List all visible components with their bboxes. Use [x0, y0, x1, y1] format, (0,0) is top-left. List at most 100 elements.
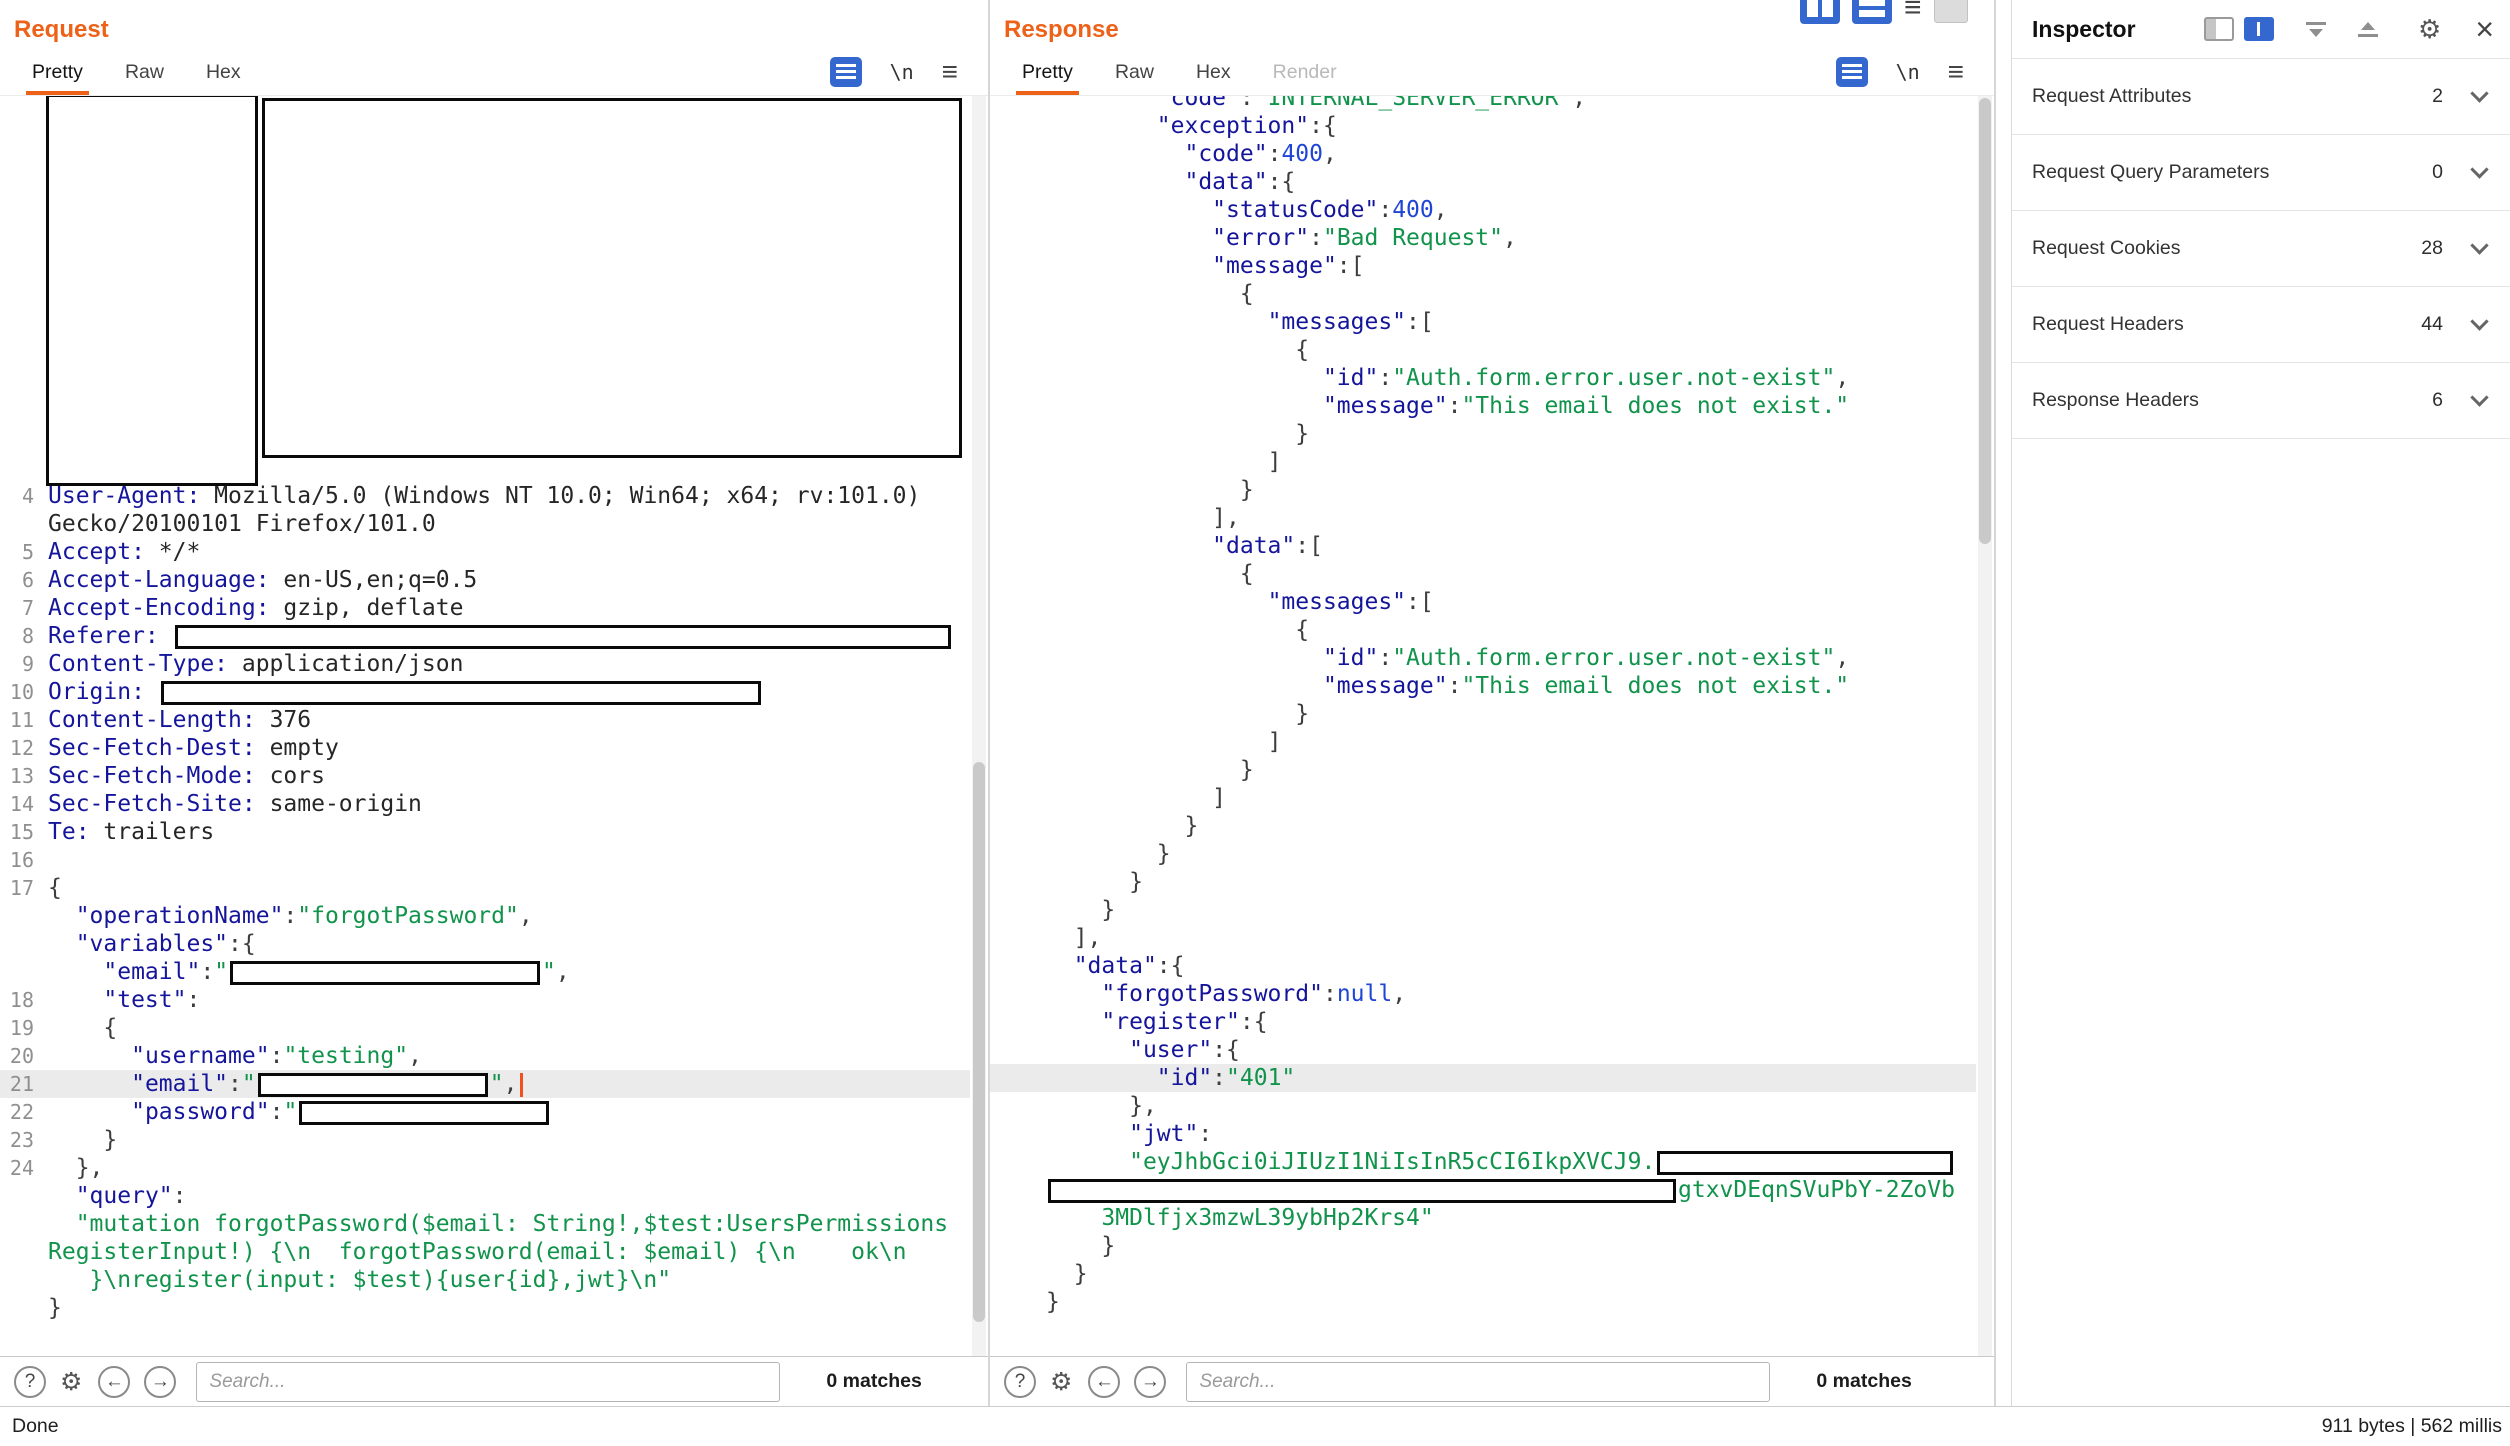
code-line[interactable]: 10Origin: — [0, 678, 970, 706]
editor-menu-icon[interactable]: ≡ — [1948, 62, 1964, 82]
inspector-settings-icon[interactable]: ⚙ — [2418, 14, 2441, 45]
code-line[interactable]: 4User-Agent: Mozilla/5.0 (Windows NT 10.… — [0, 482, 970, 510]
code-line[interactable]: 20 "username":"testing", — [0, 1042, 970, 1070]
code-line[interactable]: 24 }, — [0, 1154, 970, 1182]
show-newlines-toggle-icon[interactable]: \n — [1896, 60, 1920, 84]
code-line[interactable]: { — [990, 336, 1976, 364]
code-line[interactable]: 3MDlfjx3mzwL39ybHp2Krs4" — [990, 1204, 1976, 1232]
code-line[interactable]: ] — [990, 448, 1976, 476]
search-settings-icon[interactable]: ⚙ — [1050, 1367, 1072, 1397]
code-line[interactable]: "data":{ — [990, 168, 1976, 196]
code-line[interactable]: } — [0, 1294, 970, 1322]
code-line[interactable]: { — [990, 616, 1976, 644]
code-line[interactable]: }\nregister(input: $test){user{id},jwt}\… — [0, 1266, 970, 1294]
code-line[interactable]: "message":"This email does not exist." — [990, 392, 1976, 420]
response-scrollbar[interactable] — [1978, 96, 1992, 1356]
request-scrollbar-thumb[interactable] — [973, 762, 985, 1322]
layout-extra-icon[interactable] — [1934, 0, 1968, 23]
code-line[interactable]: 23 } — [0, 1126, 970, 1154]
layout-columns-icon[interactable] — [1800, 0, 1840, 24]
code-line[interactable]: 21 "email":"", — [0, 1070, 970, 1098]
code-line[interactable]: "forgotPassword":null, — [990, 980, 1976, 1008]
request-tab-pretty[interactable]: Pretty — [26, 55, 89, 95]
code-line[interactable]: 5Accept: */* — [0, 538, 970, 566]
code-line[interactable]: } — [990, 896, 1976, 924]
response-scrollbar-thumb[interactable] — [1979, 98, 1991, 544]
code-line[interactable]: 14Sec-Fetch-Site: same-origin — [0, 790, 970, 818]
response-tab-hex[interactable]: Hex — [1190, 55, 1237, 95]
code-line[interactable]: } — [990, 420, 1976, 448]
code-line[interactable]: gtxvDEqnSVuPbY-2ZoVb — [990, 1176, 1976, 1204]
show-newlines-toggle-icon[interactable]: \n — [890, 60, 914, 84]
code-line[interactable]: "variables":{ — [0, 930, 970, 958]
search-help-icon[interactable]: ? — [1004, 1366, 1036, 1398]
inspector-dock-column-icon[interactable] — [2244, 17, 2274, 41]
code-line[interactable]: "eyJhbGci0iJIUzI1NiIsInR5cCI6IkpXVCJ9. — [990, 1148, 1976, 1176]
editor-menu-icon[interactable]: ≡ — [942, 62, 958, 82]
code-line[interactable]: RegisterInput!) {\n forgotPassword(email… — [0, 1238, 970, 1266]
code-line[interactable]: 12Sec-Fetch-Dest: empty — [0, 734, 970, 762]
inspector-section-request-attributes[interactable]: Request Attributes2 — [2012, 58, 2510, 134]
code-line[interactable]: "jwt": — [990, 1120, 1976, 1148]
code-line[interactable]: } — [990, 476, 1976, 504]
chevron-down-icon[interactable] — [2470, 160, 2488, 178]
code-line[interactable]: 17{ — [0, 874, 970, 902]
code-line[interactable]: "id":"Auth.form.error.user.not-exist", — [990, 644, 1976, 672]
layout-menu-icon[interactable]: ≡ — [1904, 0, 1922, 19]
request-editor[interactable]: Tuz04fNezF0LreqCGhxmOoQ8WXmtL44User-Agen… — [0, 96, 988, 1356]
code-line[interactable]: Gecko/20100101 Firefox/101.0 — [0, 510, 970, 538]
response-tab-pretty[interactable]: Pretty — [1016, 55, 1079, 95]
chevron-down-icon[interactable] — [2470, 312, 2488, 330]
code-line[interactable]: { — [990, 280, 1976, 308]
code-line[interactable]: { — [990, 560, 1976, 588]
code-line[interactable]: 15Te: trailers — [0, 818, 970, 846]
code-line[interactable]: 7Accept-Encoding: gzip, deflate — [0, 594, 970, 622]
search-help-icon[interactable]: ? — [14, 1366, 46, 1398]
code-line[interactable]: "messages":[ — [990, 588, 1976, 616]
code-line[interactable]: "code":"INTERNAL_SERVER_ERROR", — [990, 96, 1976, 112]
code-line[interactable]: "email":"", — [0, 958, 970, 986]
code-line[interactable]: } — [990, 1288, 1976, 1316]
inspector-close-icon[interactable]: × — [2475, 17, 2494, 41]
code-line[interactable]: }, — [990, 1092, 1976, 1120]
inspector-dock-side-icon[interactable] — [2204, 17, 2234, 41]
request-scrollbar[interactable] — [972, 96, 986, 1356]
search-next-icon[interactable]: → — [1134, 1366, 1166, 1398]
code-line[interactable]: "query": — [0, 1182, 970, 1210]
soft-wrap-toggle-icon[interactable] — [830, 57, 862, 87]
collapse-all-icon[interactable] — [2306, 22, 2326, 37]
chevron-down-icon[interactable] — [2470, 388, 2488, 406]
code-line[interactable]: } — [990, 1260, 1976, 1288]
code-line[interactable]: "statusCode":400, — [990, 196, 1976, 224]
code-line[interactable]: "operationName":"forgotPassword", — [0, 902, 970, 930]
code-line[interactable]: ] — [990, 728, 1976, 756]
soft-wrap-toggle-icon[interactable] — [1836, 57, 1868, 87]
code-line[interactable]: } — [990, 700, 1976, 728]
code-line[interactable]: ] — [990, 784, 1976, 812]
code-line[interactable]: "message":[ — [990, 252, 1976, 280]
code-line[interactable]: 18 "test": — [0, 986, 970, 1014]
search-next-icon[interactable]: → — [144, 1366, 176, 1398]
search-previous-icon[interactable]: ← — [1088, 1366, 1120, 1398]
code-line[interactable]: 6Accept-Language: en-US,en;q=0.5 — [0, 566, 970, 594]
code-line[interactable]: "register":{ — [990, 1008, 1976, 1036]
code-line[interactable]: } — [990, 840, 1976, 868]
code-line[interactable]: "id":"401" — [990, 1064, 1976, 1092]
code-line[interactable]: ], — [990, 504, 1976, 532]
code-line[interactable]: "data":{ — [990, 952, 1976, 980]
code-line[interactable]: 13Sec-Fetch-Mode: cors — [0, 762, 970, 790]
chevron-down-icon[interactable] — [2470, 236, 2488, 254]
code-line[interactable]: } — [990, 756, 1976, 784]
request-tab-raw[interactable]: Raw — [119, 55, 170, 95]
response-search-input[interactable] — [1186, 1362, 1770, 1402]
inspector-section-request-headers[interactable]: Request Headers44 — [2012, 286, 2510, 362]
code-line[interactable]: "error":"Bad Request", — [990, 224, 1976, 252]
inspector-section-response-headers[interactable]: Response Headers6 — [2012, 362, 2510, 438]
request-tab-hex[interactable]: Hex — [200, 55, 247, 95]
response-editor[interactable]: "code":"INTERNAL_SERVER_ERROR", "excepti… — [990, 96, 1994, 1356]
inspector-section-request-query-parameters[interactable]: Request Query Parameters0 — [2012, 134, 2510, 210]
code-line[interactable]: 8Referer: — [0, 622, 970, 650]
code-line[interactable]: "data":[ — [990, 532, 1976, 560]
code-line[interactable]: 11Content-Length: 376 — [0, 706, 970, 734]
inspector-section-request-cookies[interactable]: Request Cookies28 — [2012, 210, 2510, 286]
